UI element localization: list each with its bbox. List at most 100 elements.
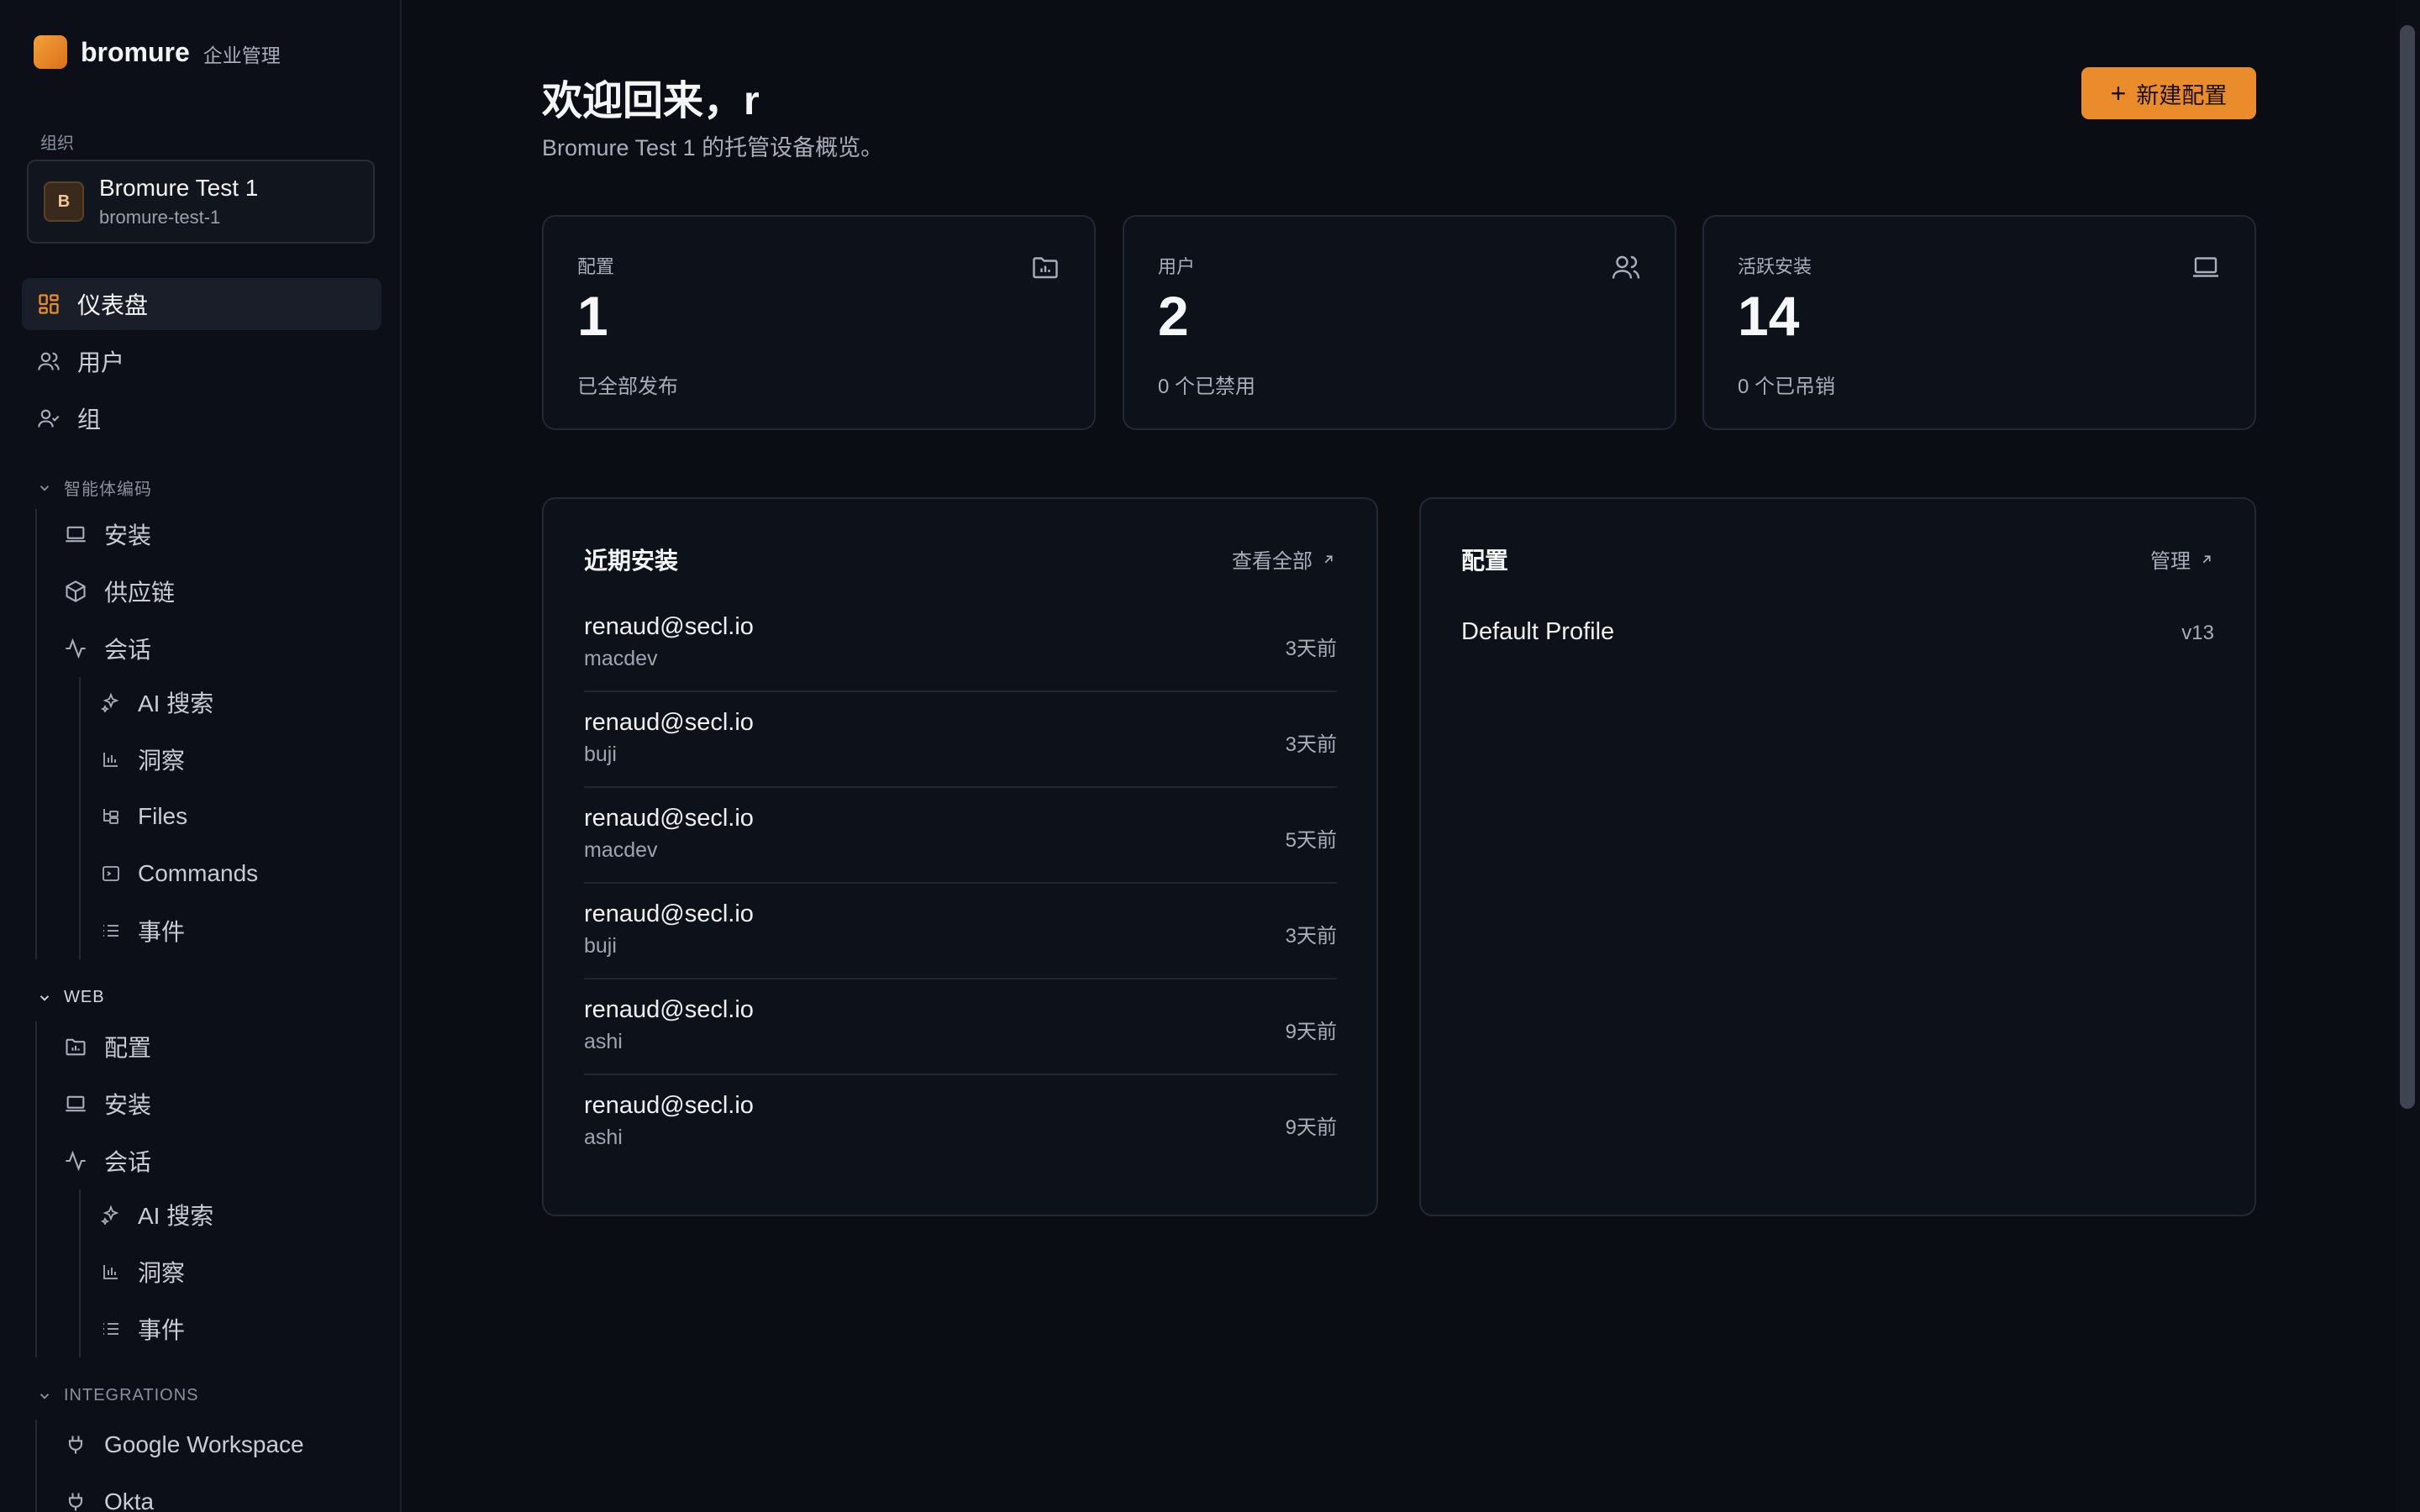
install-row[interactable]: renaud@secl.io macdev 5天前 — [584, 788, 1337, 884]
tree-line — [35, 509, 37, 959]
brand-logo — [34, 35, 67, 69]
panel-title: 近期安装 — [584, 548, 679, 574]
install-email: renaud@secl.io — [584, 996, 754, 1023]
profile-row[interactable]: Default Profile v13 — [1461, 618, 2214, 660]
panel-title: 配置 — [1461, 548, 1509, 574]
chevron-down-icon — [39, 995, 50, 1001]
sparkles-icon — [101, 1205, 119, 1225]
org-name: Bromure Test 1 — [99, 175, 259, 201]
sidebar: bromure 企业管理 组织 B Bromure Test 1 bromure… — [0, 0, 402, 1512]
chevron-down-icon — [39, 485, 50, 491]
install-host: ashi — [584, 1030, 623, 1053]
install-row[interactable]: renaud@secl.io macdev 3天前 — [584, 596, 1337, 692]
manage-label: 管理 — [2150, 550, 2191, 573]
install-row[interactable]: renaud@secl.io ashi 9天前 — [584, 979, 1337, 1075]
terminal-icon — [103, 866, 119, 881]
install-row[interactable]: renaud@secl.io buji 3天前 — [584, 884, 1337, 979]
new-profile-button[interactable]: + 新建配置 — [2081, 67, 2256, 119]
sidebar-item-web-profiles[interactable]: 配置 — [50, 1021, 381, 1073]
sidebar-item-web-ai-search[interactable]: AI 搜索 — [92, 1189, 381, 1241]
sidebar-item-label: 洞察 — [138, 1260, 186, 1286]
brand[interactable]: bromure 企业管理 — [34, 35, 281, 69]
sidebar-item-supply-chain[interactable]: 供应链 — [50, 565, 381, 617]
sidebar-item-label: AI 搜索 — [138, 1203, 214, 1229]
arrow-up-right-icon — [2202, 554, 2211, 563]
sidebar-item-agent-insights[interactable]: 洞察 — [92, 733, 381, 785]
section-title: 智能体编码 — [64, 480, 152, 499]
install-email: renaud@secl.io — [584, 900, 754, 927]
install-time: 3天前 — [1285, 925, 1337, 948]
sidebar-item-label: 安装 — [104, 1092, 152, 1118]
package-icon — [66, 580, 86, 602]
sidebar-item-dashboard[interactable]: 仪表盘 — [22, 278, 381, 330]
plus-icon: + — [2110, 78, 2127, 108]
tree-line — [35, 1420, 37, 1512]
org-switcher[interactable]: B Bromure Test 1 bromure-test-1 — [27, 160, 375, 244]
sidebar-item-agent-installs[interactable]: 安装 — [50, 508, 381, 560]
sidebar-item-web-insights[interactable]: 洞察 — [92, 1246, 381, 1298]
sidebar-item-web-installs[interactable]: 安装 — [50, 1078, 381, 1130]
sidebar-item-web-sessions[interactable]: 会话 — [50, 1135, 381, 1187]
sidebar-item-label: Okta — [104, 1488, 155, 1512]
group-icon — [38, 409, 60, 428]
brand-name: bromure — [81, 36, 190, 67]
install-host: macdev — [584, 838, 658, 862]
sidebar-item-label: 会话 — [104, 637, 152, 663]
manage-link[interactable]: 管理 — [2150, 544, 2214, 574]
stat-value: 14 — [1738, 285, 1800, 347]
users-icon — [38, 352, 60, 370]
install-email: renaud@secl.io — [584, 1092, 754, 1119]
profile-name: Default Profile — [1461, 618, 1615, 645]
install-host: macdev — [584, 647, 658, 670]
profiles-panel: 配置 管理 Default Profile v13 — [1419, 497, 2256, 1216]
sidebar-item-agent-files[interactable]: Files — [92, 790, 381, 843]
sidebar-item-label: Google Workspace — [104, 1431, 304, 1457]
install-row[interactable]: renaud@secl.io buji 3天前 — [584, 692, 1337, 788]
users-icon — [1612, 255, 1640, 279]
sidebar-item-google-workspace[interactable]: Google Workspace — [50, 1419, 381, 1471]
install-email: renaud@secl.io — [584, 613, 754, 640]
dashboard-icon — [39, 294, 59, 314]
sidebar-item-web-events[interactable]: 事件 — [92, 1303, 381, 1355]
install-host: buji — [584, 743, 617, 766]
section-agent-coding[interactable]: 智能体编码 — [37, 475, 152, 500]
stat-card-profiles[interactable]: 配置 1 已全部发布 — [542, 215, 1096, 430]
view-all-link[interactable]: 查看全部 — [1232, 544, 1336, 574]
scrollbar-thumb[interactable] — [2400, 25, 2415, 1109]
list-icon — [103, 1323, 118, 1335]
stat-value: 2 — [1158, 285, 1189, 347]
stat-label: 配置 — [577, 256, 615, 277]
plug-icon — [68, 1436, 83, 1454]
stat-label: 用户 — [1158, 256, 1196, 277]
install-email: renaud@secl.io — [584, 805, 754, 832]
files-icon — [103, 809, 118, 824]
sidebar-item-agent-sessions[interactable]: 会话 — [50, 622, 381, 675]
install-row[interactable]: renaud@secl.io ashi 9天前 — [584, 1075, 1337, 1171]
org-slug: bromure-test-1 — [99, 207, 221, 228]
sidebar-item-label: 事件 — [138, 1317, 186, 1343]
sidebar-item-label: 会话 — [104, 1149, 152, 1175]
section-web[interactable]: WEB — [37, 988, 105, 1007]
sidebar-item-agent-events[interactable]: 事件 — [92, 905, 381, 957]
page-title: 欢迎回来，r — [542, 79, 760, 123]
sidebar-item-users[interactable]: 用户 — [22, 335, 381, 387]
install-time: 3天前 — [1285, 638, 1337, 660]
sidebar-item-label: 供应链 — [104, 580, 176, 606]
sidebar-item-okta[interactable]: Okta — [50, 1476, 381, 1512]
profile-version: v13 — [2181, 622, 2214, 644]
stat-note: 0 个已吊销 — [1738, 375, 1836, 398]
sidebar-item-label: 仪表盘 — [77, 292, 149, 318]
section-integrations[interactable]: INTEGRATIONS — [37, 1386, 199, 1405]
sidebar-item-agent-ai-search[interactable]: AI 搜索 — [92, 676, 381, 728]
plug-icon — [68, 1493, 83, 1511]
bar-chart-icon — [103, 753, 118, 767]
stat-card-active-installs[interactable]: 活跃安装 14 0 个已吊销 — [1702, 215, 2256, 430]
tree-line — [79, 1189, 81, 1357]
sidebar-item-label: 安装 — [104, 522, 152, 549]
sidebar-item-label: 用户 — [77, 349, 125, 375]
app-root: bromure 企业管理 组织 B Bromure Test 1 bromure… — [0, 0, 2420, 1512]
stat-label: 活跃安装 — [1738, 256, 1812, 277]
sidebar-item-groups[interactable]: 组 — [22, 392, 381, 444]
sidebar-item-agent-commands[interactable]: Commands — [92, 848, 381, 900]
stat-card-users[interactable]: 用户 2 0 个已禁用 — [1123, 215, 1676, 430]
